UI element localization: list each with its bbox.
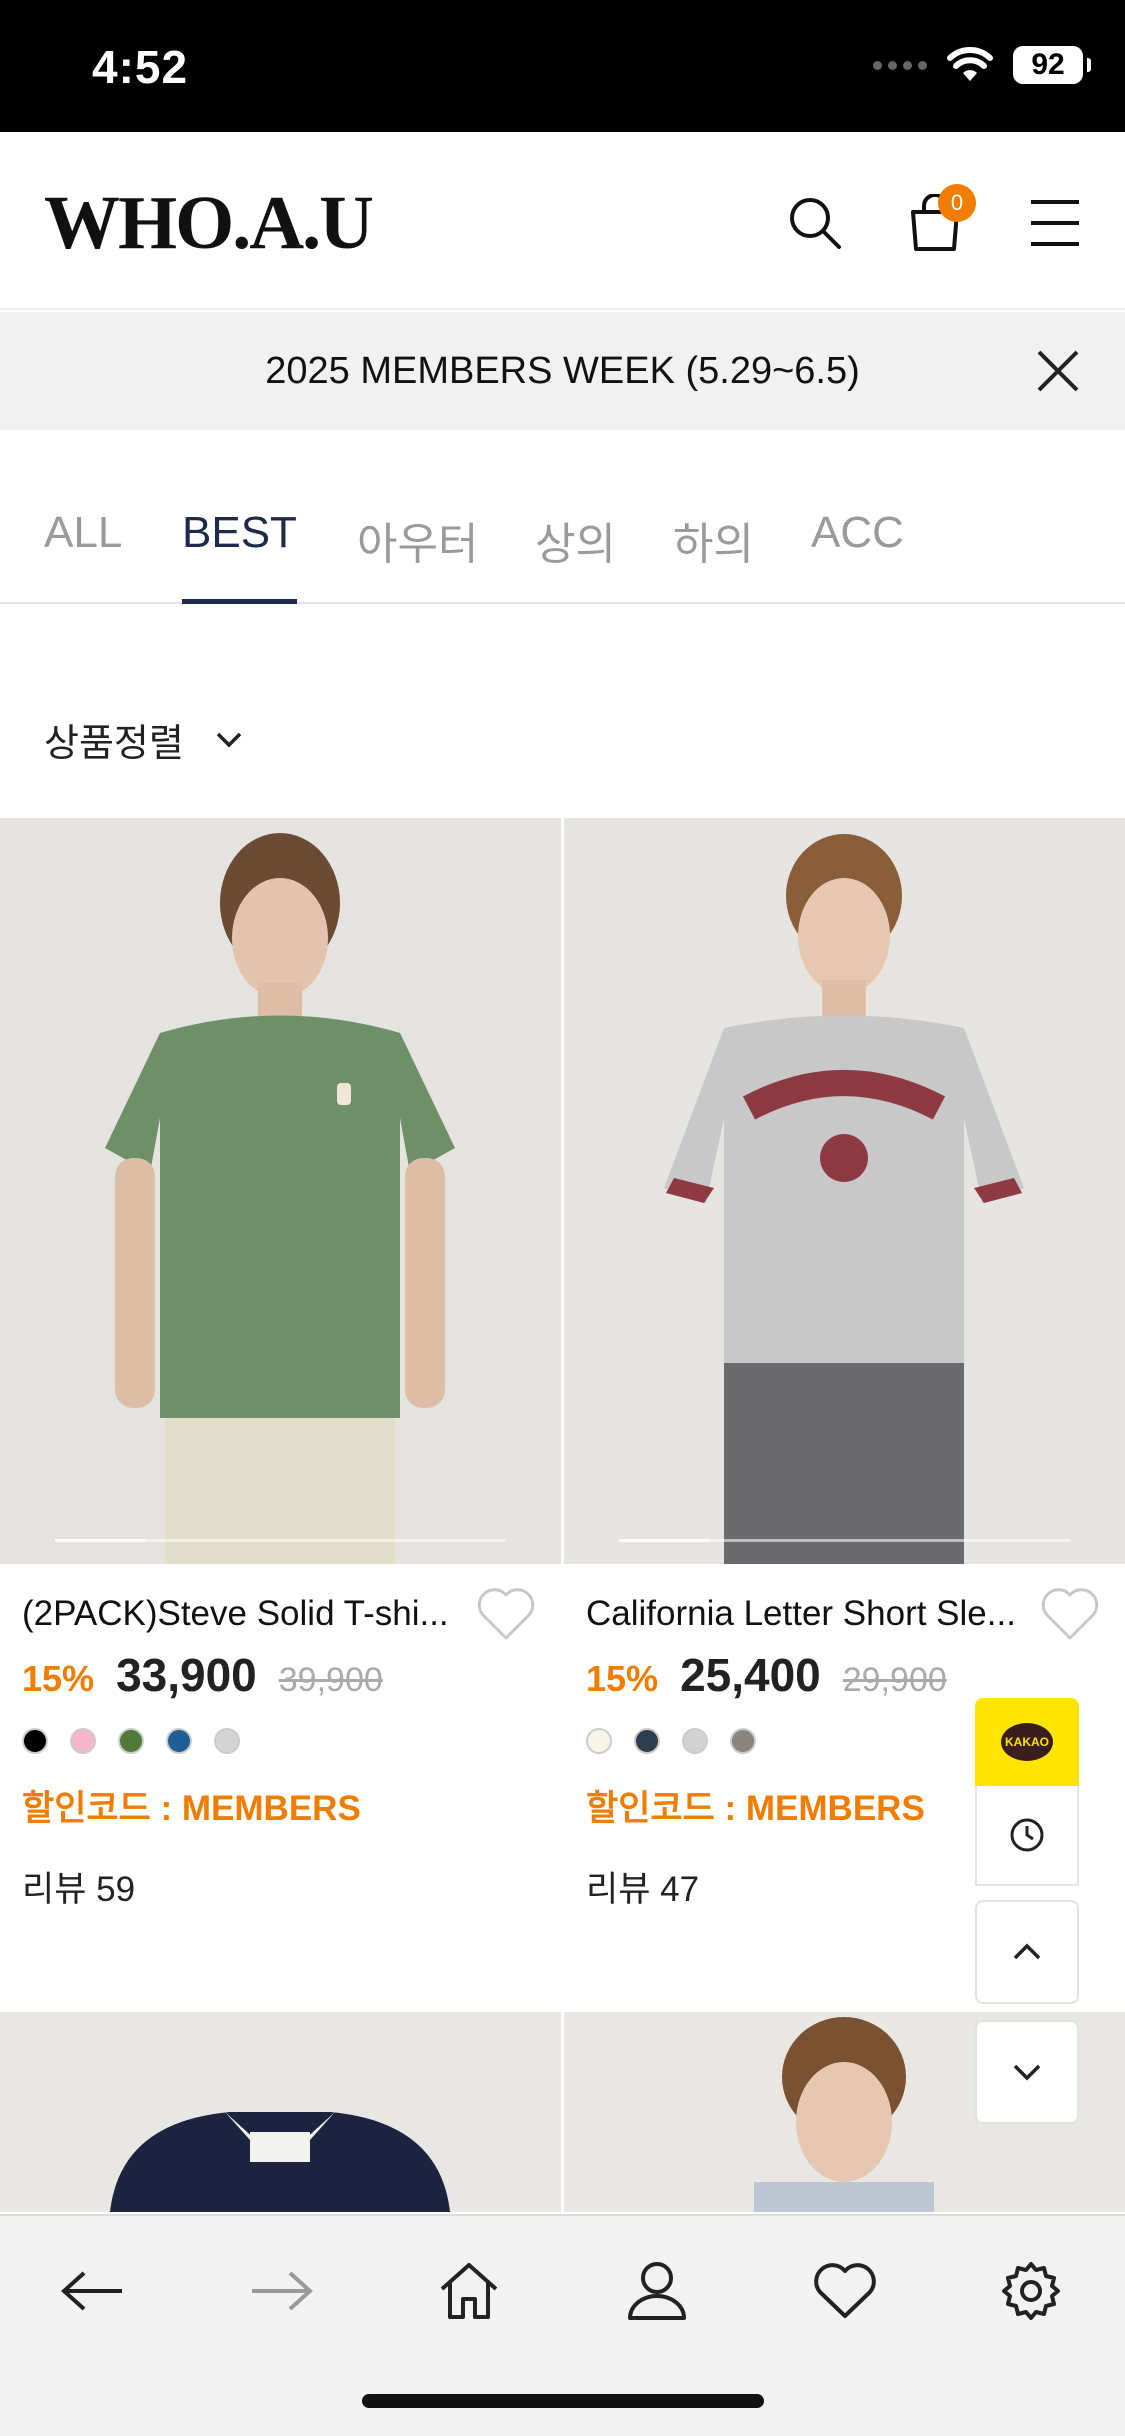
discount-code: 할인코드 : MEMBERS — [22, 1789, 361, 1828]
product-photo-green-tee — [0, 818, 561, 1564]
heart-icon — [1041, 1588, 1099, 1640]
product-image[interactable] — [0, 818, 561, 1564]
home-indicator — [362, 2394, 764, 2408]
color-swatch[interactable] — [634, 1728, 660, 1754]
chevron-down-icon — [1013, 2064, 1041, 2081]
color-swatch[interactable] — [682, 1728, 708, 1754]
back-button[interactable] — [48, 2246, 138, 2336]
sale-price: 33,900 — [116, 1649, 257, 1701]
price-row: 15% 33,900 39,900 — [0, 1648, 561, 1702]
heart-icon — [814, 2263, 876, 2318]
tab-acc[interactable]: ACC — [811, 508, 904, 604]
discount-rate: 15% — [22, 1658, 95, 1699]
status-icons: 92 — [873, 46, 1091, 84]
promo-close-button[interactable] — [1033, 346, 1083, 396]
sort-dropdown[interactable]: 상품정렬 — [44, 712, 244, 767]
product-card-partial[interactable] — [0, 2012, 561, 2212]
home-icon — [440, 2263, 498, 2319]
cart-button[interactable]: 0 — [900, 184, 976, 258]
forward-button[interactable] — [236, 2246, 326, 2336]
search-icon — [790, 198, 841, 249]
arrow-right-icon — [252, 2271, 313, 2311]
floating-actions: KAKAO — [975, 1698, 1079, 1886]
tab-best[interactable]: BEST — [182, 508, 297, 604]
product-name[interactable]: California Letter Short Sle... — [586, 1594, 1036, 1634]
status-time: 4:52 — [92, 41, 189, 93]
review-count: 리뷰 59 — [22, 1870, 136, 1909]
account-button[interactable] — [612, 2246, 702, 2336]
arrow-left-icon — [61, 2271, 122, 2311]
image-slider-indicator — [55, 1539, 506, 1542]
product-photo-california-tee — [564, 818, 1125, 1564]
close-icon — [1037, 350, 1079, 392]
wishlist-nav-button[interactable] — [800, 2246, 890, 2336]
color-swatches — [0, 1728, 561, 1754]
category-tabs: ALL BEST 아우터 상의 하의 ACC — [0, 470, 1125, 604]
original-price: 39,900 — [278, 1661, 383, 1699]
tab-bottom[interactable]: 하의 — [673, 508, 754, 604]
product-image[interactable] — [564, 818, 1125, 1564]
product-name[interactable]: (2PACK)Steve Solid T-shi... — [22, 1594, 472, 1634]
kakao-chat-button[interactable]: KAKAO — [975, 1698, 1079, 1786]
brand-logo[interactable]: WHO.A.U — [44, 180, 374, 267]
recent-viewed-button[interactable] — [975, 1786, 1079, 1886]
sort-label: 상품정렬 — [44, 723, 184, 765]
tab-top[interactable]: 상의 — [535, 508, 616, 604]
promo-banner[interactable]: 2025 MEMBERS WEEK (5.29~6.5) — [0, 312, 1125, 430]
color-swatch[interactable] — [730, 1728, 756, 1754]
cart-count-badge: 0 — [938, 184, 976, 222]
scroll-bottom-button[interactable] — [975, 2020, 1079, 2124]
color-swatch[interactable] — [166, 1728, 192, 1754]
image-slider-indicator — [619, 1539, 1070, 1542]
wifi-icon — [947, 47, 993, 81]
search-button[interactable] — [780, 188, 850, 258]
hamburger-menu-icon — [1031, 200, 1079, 246]
discount-rate: 15% — [586, 1658, 659, 1699]
color-swatch[interactable] — [70, 1728, 96, 1754]
kakao-label: KAKAO — [1001, 1723, 1053, 1761]
gear-icon — [1002, 2262, 1060, 2320]
sale-price: 25,400 — [680, 1649, 821, 1701]
battery-indicator: 92 — [1013, 46, 1091, 84]
color-swatch[interactable] — [22, 1728, 48, 1754]
wishlist-button[interactable] — [475, 1586, 537, 1642]
clock-icon — [1010, 1818, 1044, 1852]
site-header: WHO.A.U 0 — [0, 132, 1125, 310]
price-row: 15% 25,400 29,900 — [564, 1648, 1125, 1702]
product-photo-rugby-shirt — [0, 2012, 561, 2212]
chevron-up-icon — [1013, 1943, 1041, 1960]
scroll-top-button[interactable] — [975, 1900, 1079, 2004]
wishlist-button[interactable] — [1039, 1586, 1101, 1642]
color-swatch[interactable] — [214, 1728, 240, 1754]
user-icon — [628, 2262, 686, 2320]
tab-outer[interactable]: 아우터 — [357, 508, 478, 604]
color-swatch[interactable] — [586, 1728, 612, 1754]
original-price: 29,900 — [842, 1661, 947, 1699]
chevron-down-icon — [216, 732, 242, 747]
menu-button[interactable] — [1020, 188, 1090, 258]
tab-all[interactable]: ALL — [44, 508, 122, 604]
browser-toolbar — [0, 2214, 1125, 2436]
status-bar: 4:52 92 — [0, 0, 1125, 132]
home-button[interactable] — [424, 2246, 514, 2336]
cellular-signal-icon — [873, 60, 927, 70]
settings-button[interactable] — [986, 2246, 1076, 2336]
color-swatch[interactable] — [118, 1728, 144, 1754]
product-card[interactable]: (2PACK)Steve Solid T-shi... 15% 33,900 3… — [0, 818, 561, 1912]
heart-icon — [477, 1588, 535, 1640]
promo-text: 2025 MEMBERS WEEK (5.29~6.5) — [265, 350, 860, 392]
